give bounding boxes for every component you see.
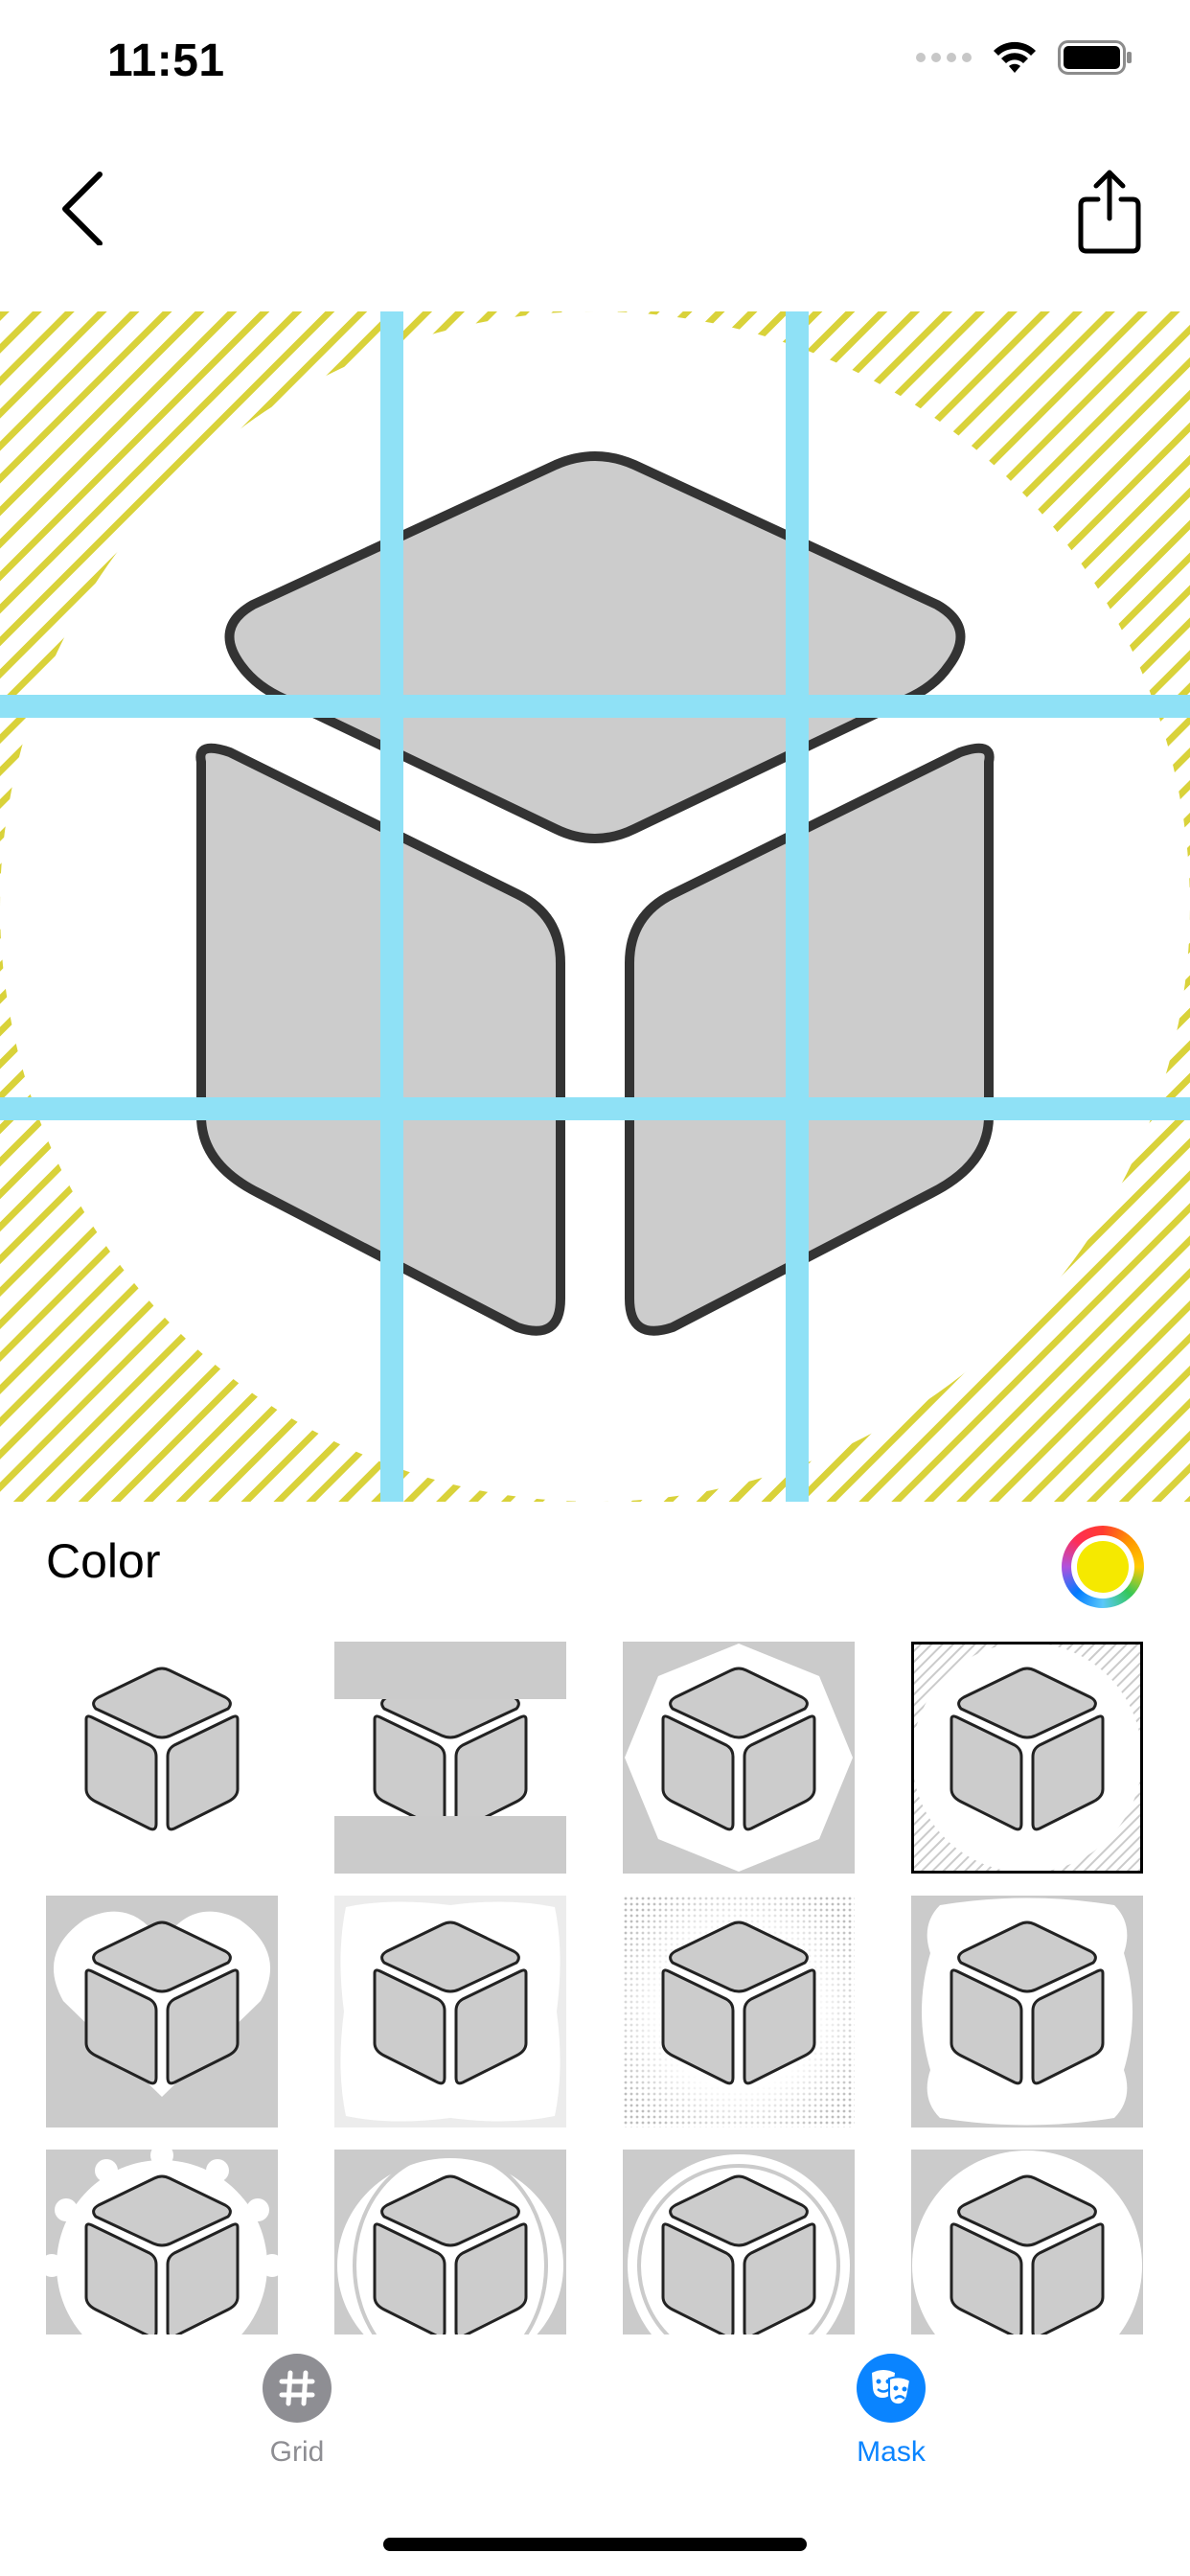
color-picker-button[interactable]	[1062, 1526, 1144, 1608]
mask-option-scalloped-square[interactable]	[911, 1896, 1143, 2128]
status-time: 11:51	[107, 35, 225, 86]
mask-options-grid	[46, 1642, 1144, 2334]
cellular-signal-icon	[916, 53, 972, 62]
tab-grid[interactable]: Grid	[201, 2354, 393, 2507]
status-bar: 11:51	[0, 0, 1190, 134]
mask-option-double-circle[interactable]	[623, 2150, 855, 2334]
mask-option-ellipses[interactable]	[334, 2150, 566, 2334]
back-button[interactable]	[54, 169, 130, 246]
share-button[interactable]	[1071, 169, 1148, 255]
selected-color-swatch	[1077, 1541, 1129, 1593]
mask-preview-canvas[interactable]	[0, 311, 1190, 1502]
mask-option-none[interactable]	[46, 1642, 278, 1874]
mask-option-octagon[interactable]	[623, 1642, 855, 1874]
mask-option-circle[interactable]	[911, 2150, 1143, 2334]
home-indicator	[383, 2538, 807, 2551]
chevron-left-icon	[62, 172, 103, 246]
share-icon	[1078, 170, 1141, 254]
mask-option-bars[interactable]	[334, 1642, 566, 1874]
battery-icon	[1058, 40, 1132, 75]
wifi-icon	[994, 41, 1036, 73]
masks-icon	[857, 2354, 926, 2423]
mask-option-wavy-square[interactable]	[334, 1896, 566, 2128]
mask-option-circle-stripes[interactable]	[911, 1642, 1143, 1874]
mask-option-gear[interactable]	[46, 2150, 278, 2334]
tab-mask-label: Mask	[857, 2436, 926, 2468]
mask-option-dotted-fade[interactable]	[623, 1896, 855, 2128]
grid-icon	[263, 2354, 332, 2423]
status-icons	[916, 40, 1133, 75]
tab-mask[interactable]: Mask	[795, 2354, 987, 2507]
color-label: Color	[46, 1534, 161, 1588]
tab-grid-label: Grid	[269, 2436, 325, 2468]
mask-option-heart[interactable]	[46, 1896, 278, 2128]
